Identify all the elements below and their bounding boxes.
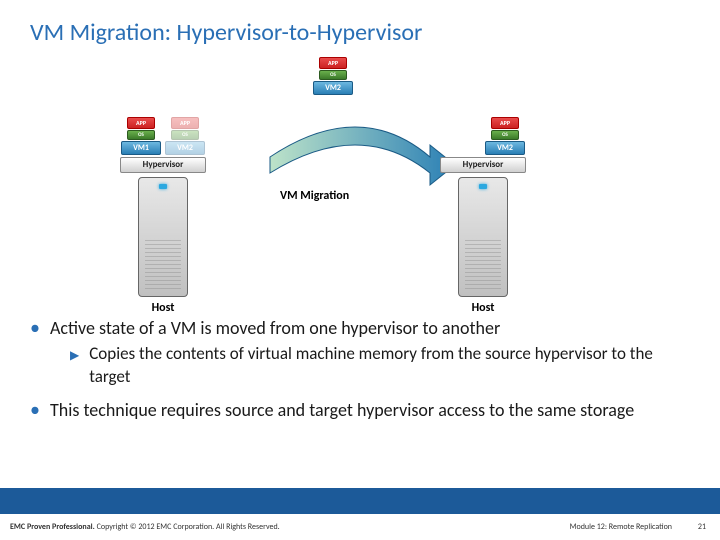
bullet-2: • This technique requires source and tar…: [30, 399, 690, 421]
migration-diagram: APP OS VM2 VM Migration APP OS VM1 APP O…: [0, 57, 720, 317]
sub-marker-icon: ▶: [70, 348, 79, 364]
app-badge: APP: [319, 57, 347, 69]
os-badge: OS: [171, 130, 199, 140]
vm1-badge: VM1: [121, 141, 161, 155]
bullet-1-sub-text: Copies the contents of virtual machine m…: [89, 343, 690, 389]
page-title: VM Migration: Hypervisor-to-Hypervisor: [0, 0, 720, 47]
app-badge: APP: [127, 117, 155, 129]
host-label: Host: [440, 301, 526, 315]
bullet-1-text: Active state of a VM is moved from one h…: [50, 317, 500, 339]
os-badge: OS: [127, 130, 155, 140]
source-vm2-ghost: APP OS VM2: [164, 117, 206, 155]
bullet-dot-icon: •: [30, 400, 40, 420]
target-host-group: APP OS VM2 Hypervisor Host: [440, 117, 526, 315]
hypervisor-bar: Hypervisor: [440, 157, 526, 173]
footer-page: 21: [698, 522, 706, 532]
migration-arrow-icon: [260, 117, 460, 197]
os-badge: OS: [319, 70, 347, 80]
migration-label: VM Migration: [280, 189, 349, 203]
os-badge: OS: [491, 130, 519, 140]
bullet-1: • Active state of a VM is moved from one…: [30, 317, 690, 339]
bullet-1-sub: ▶ Copies the contents of virtual machine…: [70, 343, 690, 389]
footer-band: [0, 488, 720, 514]
footer-module: Module 12: Remote Replication: [570, 522, 672, 532]
hypervisor-bar: Hypervisor: [120, 157, 206, 173]
target-vm2: APP OS VM2: [484, 117, 526, 155]
server-icon: [458, 177, 508, 297]
vm2-badge: VM2: [485, 141, 525, 155]
source-host-group: APP OS VM1 APP OS VM2 Hypervisor Host: [120, 117, 206, 315]
app-badge: APP: [171, 117, 199, 129]
vm2-badge: VM2: [165, 141, 205, 155]
floating-vm2: APP OS VM2: [312, 57, 354, 95]
footer-copyright: Copyright © 2012 EMC Corporation. All Ri…: [97, 522, 280, 532]
footer-brand: EMC Proven Professional.: [10, 522, 95, 532]
vm2-badge: VM2: [313, 81, 353, 95]
footer-left: EMC Proven Professional. Copyright © 201…: [10, 522, 280, 532]
host-label: Host: [120, 301, 206, 315]
bullet-2-text: This technique requires source and targe…: [50, 399, 634, 421]
body-content: • Active state of a VM is moved from one…: [0, 317, 720, 421]
bullet-dot-icon: •: [30, 318, 40, 338]
app-badge: APP: [491, 117, 519, 129]
source-vm1: APP OS VM1: [120, 117, 162, 155]
server-icon: [138, 177, 188, 297]
